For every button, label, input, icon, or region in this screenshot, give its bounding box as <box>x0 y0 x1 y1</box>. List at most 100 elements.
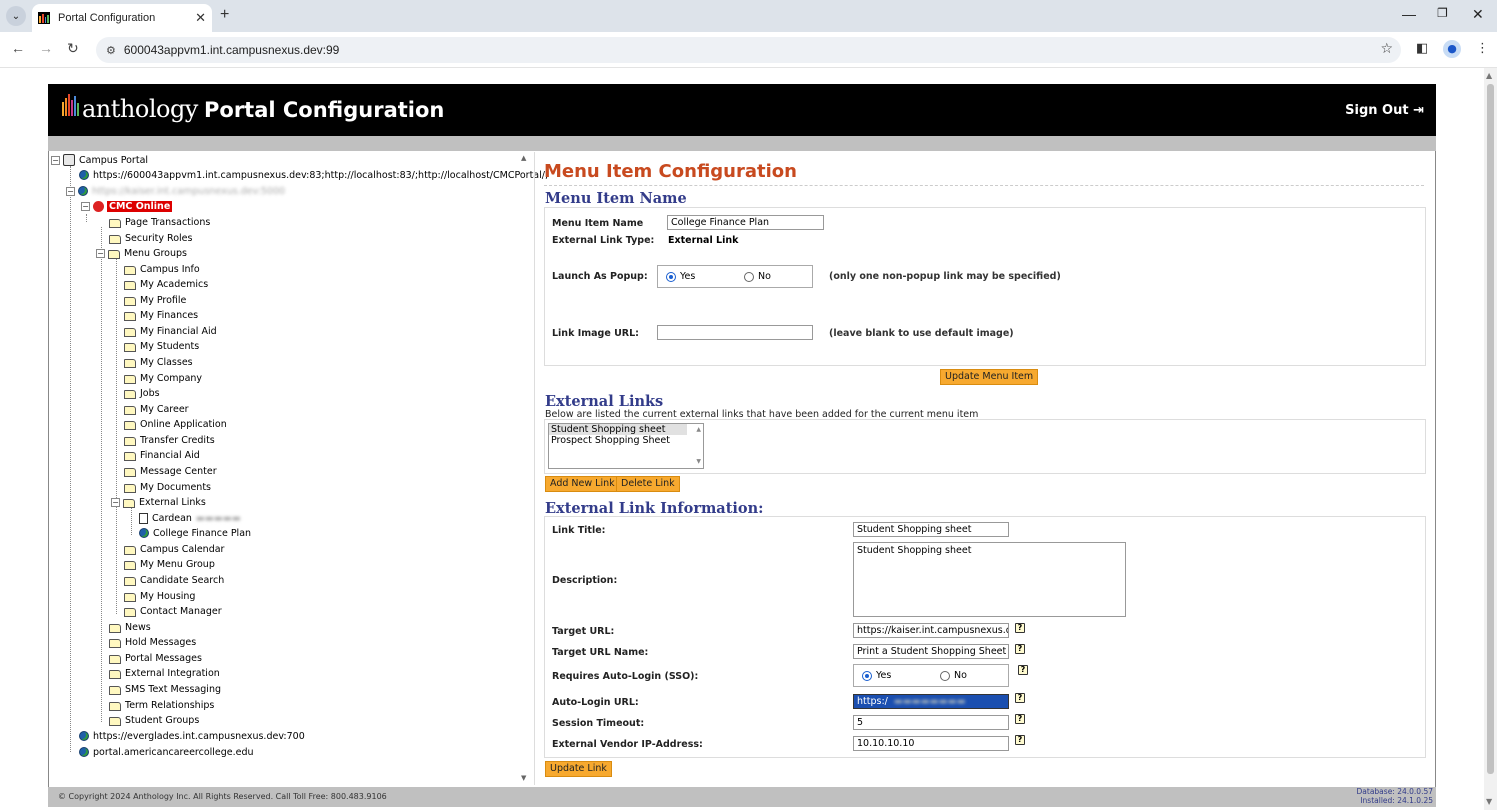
collapse-icon[interactable]: − <box>111 497 120 507</box>
session-timeout-input[interactable]: 5 <box>853 715 1009 730</box>
help-icon[interactable]: ? <box>1015 735 1025 745</box>
tree-node-kaiser[interactable]: − https://kaiser.int.campusnexus.dev:5000 <box>66 184 285 198</box>
update-link-button[interactable]: Update Link <box>545 761 612 777</box>
listbox-scroll-up-icon[interactable]: ▲ <box>696 426 701 433</box>
bookmark-star-icon[interactable]: ☆ <box>1380 41 1393 57</box>
tree-node-online-application[interactable]: Online Application <box>124 417 227 431</box>
sign-out-link[interactable]: Sign Out ⇥ <box>1345 103 1424 118</box>
tree-node-student-groups[interactable]: Student Groups <box>109 713 199 727</box>
tree-node-page-transactions[interactable]: Page Transactions <box>109 215 210 229</box>
collapse-icon[interactable]: − <box>96 248 105 258</box>
tree-node-cardean[interactable]: Cardean ▬▬▬▬▬ <box>139 511 241 525</box>
tree-node-my-academics[interactable]: My Academics <box>124 277 208 291</box>
tree-node-hold-messages[interactable]: Hold Messages <box>109 635 196 649</box>
tree-node-campus-info[interactable]: Campus Info <box>124 262 200 276</box>
minimize-icon[interactable]: — <box>1402 6 1416 22</box>
auto-login-url-input[interactable]: https:/ ▬▬▬▬▬▬▬▬ <box>853 694 1009 709</box>
link-image-url-input[interactable] <box>657 325 813 340</box>
tree-node-my-financial-aid[interactable]: My Financial Aid <box>124 324 217 338</box>
tree-node-financial-aid[interactable]: Financial Aid <box>124 448 200 462</box>
collapse-icon[interactable]: − <box>81 201 90 211</box>
list-item[interactable]: Student Shopping sheet <box>549 424 687 435</box>
tree-node-my-classes[interactable]: My Classes <box>124 355 193 369</box>
tree-node-my-housing[interactable]: My Housing <box>124 589 195 603</box>
tree-node-my-menu-group[interactable]: My Menu Group <box>124 557 215 571</box>
list-item[interactable]: Prospect Shopping Sheet <box>549 435 687 446</box>
tree-node-news[interactable]: News <box>109 620 151 634</box>
help-icon[interactable]: ? <box>1015 623 1025 633</box>
tree-node-campus-portal[interactable]: − Campus Portal <box>51 153 148 167</box>
tab-close-icon[interactable]: ✕ <box>195 11 206 26</box>
address-bar[interactable]: ⚙ 600043appvm1.int.campusnexus.dev:99 ☆ <box>96 37 1401 63</box>
link-title-input[interactable]: Student Shopping sheet <box>853 522 1009 537</box>
tree-node-external-links[interactable]: − External Links <box>111 495 206 509</box>
scroll-down-icon[interactable]: ▼ <box>1486 797 1492 806</box>
help-icon[interactable]: ? <box>1015 714 1025 724</box>
listbox-scroll-down-icon[interactable]: ▼ <box>696 458 701 465</box>
external-links-listbox[interactable]: Student Shopping sheet Prospect Shopping… <box>548 423 704 469</box>
window-close-icon[interactable]: ✕ <box>1472 6 1484 23</box>
tree-node-security-roles[interactable]: Security Roles <box>109 231 192 245</box>
target-url-input[interactable]: https://kaiser.int.campusnexus.dev <box>853 623 1009 638</box>
tree-node-my-students[interactable]: My Students <box>124 339 199 353</box>
target-url-name-input[interactable]: Print a Student Shopping Sheet <box>853 644 1009 659</box>
tree-node-contact-manager[interactable]: Contact Manager <box>124 604 222 618</box>
tree-node-campus-calendar[interactable]: Campus Calendar <box>124 542 224 556</box>
site-info-icon[interactable]: ⚙ <box>106 44 116 57</box>
tree-node-acc[interactable]: portal.americancareercollege.edu <box>79 745 254 759</box>
browser-tab[interactable]: Portal Configuration ✕ <box>32 4 212 32</box>
delete-link-button[interactable]: Delete Link <box>616 476 680 492</box>
menu-item-name-input[interactable]: College Finance Plan <box>667 215 824 230</box>
back-icon[interactable]: ← <box>11 40 25 56</box>
scroll-up-icon[interactable]: ▲ <box>1486 71 1492 80</box>
add-new-link-button[interactable]: Add New Link <box>545 476 620 492</box>
tree-node-my-documents[interactable]: My Documents <box>124 480 211 494</box>
installed-version: Installed: 24.1.0.25 <box>1360 796 1433 805</box>
help-icon[interactable]: ? <box>1015 693 1025 703</box>
tree-node-portal-messages[interactable]: Portal Messages <box>109 651 202 665</box>
side-panel-icon[interactable]: ◧ <box>1416 41 1428 56</box>
description-label: Description: <box>552 575 618 586</box>
tree-node-college-finance-plan[interactable]: College Finance Plan <box>139 526 251 540</box>
sso-no-radio[interactable]: No <box>940 670 967 681</box>
menu-kebab-icon[interactable]: ⋮ <box>1476 41 1489 56</box>
new-tab-button[interactable]: + <box>220 6 229 24</box>
update-menu-item-button[interactable]: Update Menu Item <box>940 369 1039 385</box>
reload-icon[interactable]: ↻ <box>67 40 79 57</box>
tree-node-external-integration[interactable]: External Integration <box>109 666 220 680</box>
profile-avatar-icon[interactable]: ● <box>1443 40 1461 58</box>
tree-scroll-up-icon[interactable]: ▲ <box>521 154 526 162</box>
popup-yes-radio[interactable]: Yes <box>666 271 695 282</box>
tree-node-menu-groups[interactable]: − Menu Groups <box>96 246 187 260</box>
popup-no-radio[interactable]: No <box>744 271 771 282</box>
collapse-icon[interactable]: − <box>51 155 60 165</box>
sso-yes-radio[interactable]: Yes <box>862 670 891 681</box>
tree-node-portal-url[interactable]: https://600043appvm1.int.campusnexus.dev… <box>79 168 548 182</box>
globe-icon <box>79 747 89 757</box>
tree-node-cmc-online[interactable]: − CMC Online <box>81 199 173 213</box>
tree-node-candidate-search[interactable]: Candidate Search <box>124 573 224 587</box>
tree-label: My Academics <box>140 278 209 290</box>
collapse-icon[interactable]: − <box>66 186 75 196</box>
restore-icon[interactable]: ❐ <box>1437 6 1448 20</box>
help-icon[interactable]: ? <box>1018 665 1028 675</box>
tree-node-my-finances[interactable]: My Finances <box>124 308 198 322</box>
tree-node-term-relationships[interactable]: Term Relationships <box>109 698 214 712</box>
tree-node-my-career[interactable]: My Career <box>124 402 189 416</box>
vendor-ip-input[interactable]: 10.10.10.10 <box>853 736 1009 751</box>
tree-node-sms-text-messaging[interactable]: SMS Text Messaging <box>109 682 221 696</box>
tree-node-my-profile[interactable]: My Profile <box>124 293 186 307</box>
tree-node-transfer-credits[interactable]: Transfer Credits <box>124 433 215 447</box>
tree-scroll-down-icon[interactable]: ▼ <box>521 774 526 782</box>
tree-node-message-center[interactable]: Message Center <box>124 464 217 478</box>
description-textarea[interactable]: Student Shopping sheet <box>853 542 1126 617</box>
tree-node-jobs[interactable]: Jobs <box>124 386 160 400</box>
page-scrollbar[interactable]: ▲ ▼ <box>1484 68 1497 810</box>
tree-label: Menu Groups <box>124 247 187 259</box>
tree-node-everglades[interactable]: https://everglades.int.campusnexus.dev:7… <box>79 729 305 743</box>
tab-search-button[interactable]: ⌄ <box>6 6 26 26</box>
scrollbar-thumb[interactable] <box>1487 84 1494 774</box>
tree-node-my-company[interactable]: My Company <box>124 371 202 385</box>
forward-icon[interactable]: → <box>39 40 53 56</box>
help-icon[interactable]: ? <box>1015 644 1025 654</box>
